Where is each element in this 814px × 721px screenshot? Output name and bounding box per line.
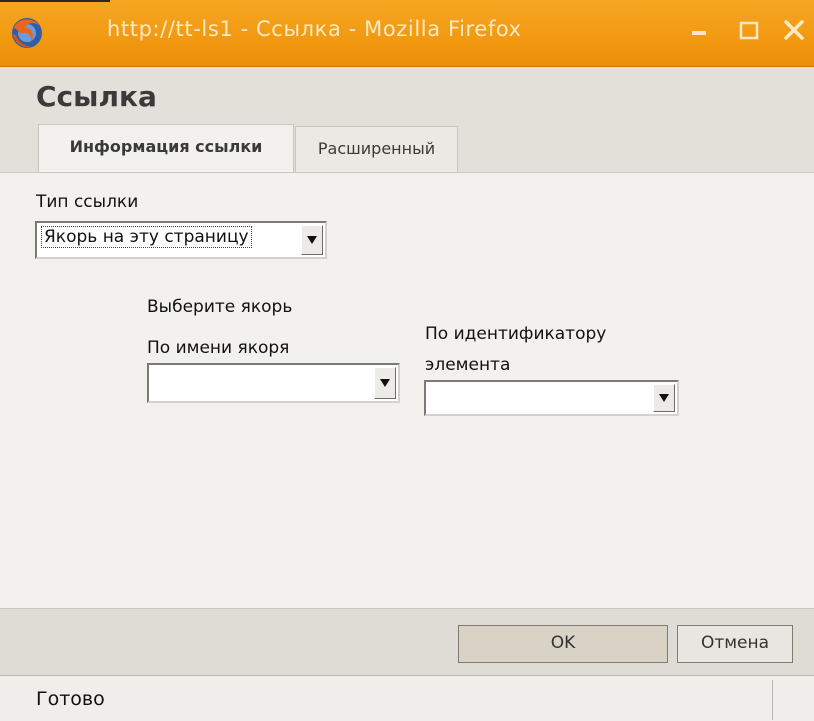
anchor-name-label: По имени якоря	[147, 338, 290, 358]
link-type-select[interactable]: Якорь на эту страницу	[35, 221, 327, 259]
cancel-button[interactable]: Отмена	[677, 625, 793, 663]
anchor-section-title: Выберите якорь	[147, 297, 293, 317]
window-title: http://tt-ls1 - Ссылка - Mozilla Firefox	[107, 17, 522, 41]
element-id-label-line1: По идентификатору	[425, 324, 607, 344]
status-text: Готово	[36, 688, 105, 710]
element-id-label-line2: элемента	[425, 355, 511, 375]
tab-link-info[interactable]: Информация ссылки	[38, 124, 294, 174]
minimize-icon[interactable]	[686, 17, 712, 43]
element-id-select[interactable]	[424, 380, 679, 416]
tab-advanced[interactable]: Расширенный	[295, 126, 458, 172]
ok-button[interactable]: OK	[458, 625, 668, 663]
close-icon[interactable]	[781, 17, 807, 43]
maximize-icon[interactable]	[736, 17, 762, 43]
dialog-title: Ссылка	[36, 80, 157, 113]
chevron-down-icon[interactable]	[374, 367, 396, 399]
window-titlebar: http://tt-ls1 - Ссылка - Mozilla Firefox	[0, 0, 814, 67]
anchor-name-select[interactable]	[147, 363, 400, 403]
status-divider	[772, 680, 773, 720]
titlebar-edge	[0, 0, 110, 2]
link-type-label: Тип ссылки	[36, 192, 139, 212]
status-bar: Готово	[0, 675, 814, 721]
chevron-down-icon[interactable]	[653, 384, 675, 412]
link-type-value: Якорь на эту страницу	[41, 226, 252, 248]
chevron-down-icon[interactable]	[301, 225, 323, 255]
firefox-icon	[12, 18, 42, 48]
